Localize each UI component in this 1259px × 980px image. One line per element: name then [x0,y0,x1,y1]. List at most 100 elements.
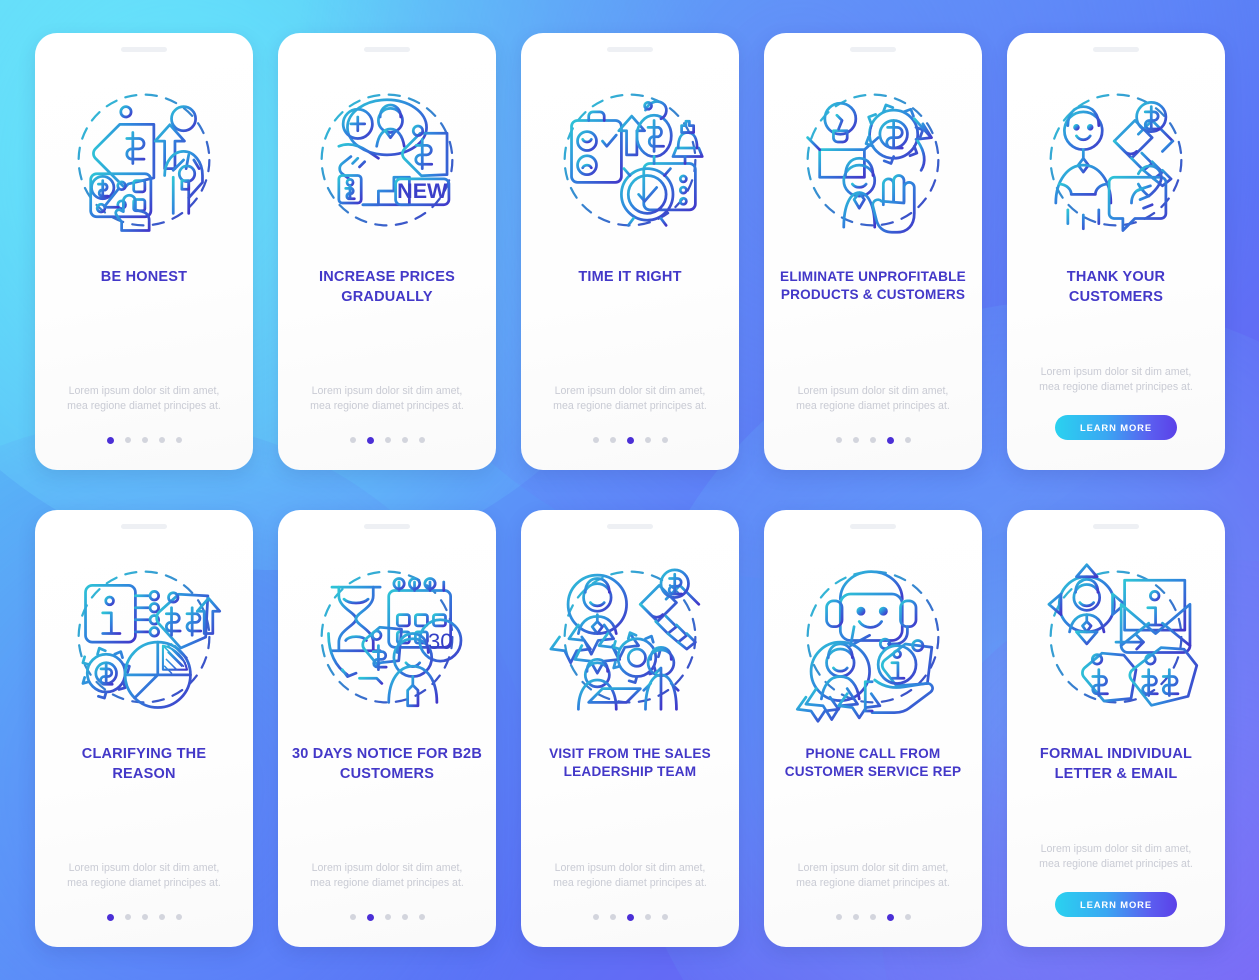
phone-speaker-notch [850,524,896,529]
pagination-dot[interactable] [124,437,131,443]
learn-more-button[interactable]: LEARN MORE [1055,892,1177,917]
pagination-dot[interactable] [592,914,599,920]
onboarding-card-thank-your-customers[interactable]: THANK YOUR CUSTOMERS Lorem ipsum dolor s… [1007,33,1225,470]
phone-speaker-notch [364,524,410,529]
phone-speaker-notch [607,47,653,52]
onboarding-card-increase-prices-gradually[interactable]: NEW INCREASE PRICES GRADUALLY Lorem ipsu… [278,33,496,470]
pagination-dot[interactable] [835,437,842,443]
onboarding-card-30-days-notice-b2b[interactable]: 30 30 DAYS NOTICE FOR B2B CUSTOMERS Lore… [278,510,496,947]
tag-new-label: NEW [397,179,448,203]
clipboard-alarm-clock-calendar-icon [544,74,716,246]
phone-speaker-notch [364,47,410,52]
headset-agent-info-tag-stars-icon [787,551,959,723]
pagination-dot[interactable] [592,437,599,443]
lightbulb-gear-dollar-stop-hand-icon [787,74,959,246]
card-body-text: Lorem ipsum dolor sit dim amet, mea regi… [553,384,707,412]
card-title: THANK YOUR CUSTOMERS [1066,269,1166,305]
onboarding-card-visit-from-sales-leadership-team[interactable]: VISIT FROM THE SALES LEADERSHIP TEAM Lor… [521,510,739,947]
screens-grid: BE HONEST Lorem ipsum dolor sit dim amet… [35,33,1225,947]
onboarding-card-clarifying-the-reason[interactable]: CLARIFYING THE REASON Lorem ipsum dolor … [35,510,253,947]
phone-speaker-notch [121,47,167,52]
card-title: TIME IT RIGHT [578,269,682,285]
pagination-dot[interactable] [175,914,182,920]
card-title: INCREASE PRICES GRADUALLY [319,269,455,305]
card-title: CLARIFYING THE REASON [81,746,207,782]
pagination-dot[interactable] [835,914,842,920]
card-body-text: Lorem ipsum dolor sit dim amet, mea regi… [67,384,221,412]
stars-handshake-gear-team-icon [544,551,716,723]
card-title: FORMAL INDIVIDUAL LETTER & EMAIL [1039,746,1193,782]
pagination-dot[interactable] [141,914,148,920]
pagination-dots[interactable] [835,913,911,921]
onboarding-card-be-honest[interactable]: BE HONEST Lorem ipsum dolor sit dim amet… [35,33,253,470]
phone-speaker-notch [850,47,896,52]
pagination-dot[interactable] [904,437,911,443]
pagination-dot[interactable] [661,437,668,443]
pagination-dots[interactable] [349,913,425,921]
pagination-dot[interactable] [626,913,634,921]
pagination-dot[interactable] [609,437,616,443]
card-title: 30 DAYS NOTICE FOR B2B CUSTOMERS [292,746,482,782]
pagination-dot[interactable] [644,437,651,443]
card-body-text: Lorem ipsum dolor sit dim amet, mea regi… [1039,842,1193,870]
pagination-dot[interactable] [401,914,408,920]
onboarding-card-formal-individual-letter-email[interactable]: FORMAL INDIVIDUAL LETTER & EMAIL Lorem i… [1007,510,1225,947]
pagination-dots[interactable] [106,436,182,444]
learn-more-button[interactable]: LEARN MORE [1055,415,1177,440]
pagination-dot[interactable] [384,437,391,443]
pagination-dot[interactable] [869,437,876,443]
card-body-text: Lorem ipsum dolor sit dim amet, mea regi… [310,384,464,412]
pagination-dot[interactable] [141,437,148,443]
phone-speaker-notch [121,524,167,529]
card-body-text: Lorem ipsum dolor sit dim amet, mea regi… [796,384,950,412]
pagination-dot[interactable] [124,914,131,920]
pagination-dots[interactable] [835,436,911,444]
pagination-dots[interactable] [106,913,182,921]
card-title: PHONE CALL FROM CUSTOMER SERVICE REP [784,746,962,780]
pagination-dots[interactable] [592,436,668,444]
pagination-dots[interactable] [349,436,425,444]
pagination-dot[interactable] [106,436,114,444]
card-body-text: Lorem ipsum dolor sit dim amet, mea regi… [67,861,221,889]
phone-speaker-notch [607,524,653,529]
pagination-dot[interactable] [418,914,425,920]
card-body-text: Lorem ipsum dolor sit dim amet, mea regi… [310,861,464,889]
pagination-dot[interactable] [852,914,859,920]
info-pie-chart-price-tag-icon [58,551,230,723]
pagination-dot[interactable] [626,436,634,444]
card-body-text: Lorem ipsum dolor sit dim amet, mea regi… [796,861,950,889]
card-body-text: Lorem ipsum dolor sit dim amet, mea regi… [1039,365,1193,393]
card-body-text: Lorem ipsum dolor sit dim amet, mea regi… [553,861,707,889]
hourglass-calendar-30-icon: 30 [301,551,473,723]
onboarding-card-time-it-right[interactable]: TIME IT RIGHT Lorem ipsum dolor sit dim … [521,33,739,470]
pagination-dot[interactable] [158,914,165,920]
pagination-dot[interactable] [904,914,911,920]
pagination-dot[interactable] [418,437,425,443]
phone-speaker-notch [1093,47,1139,52]
onboarding-card-phone-call-from-customer-service-rep[interactable]: PHONE CALL FROM CUSTOMER SERVICE REP Lor… [764,510,982,947]
pagination-dot[interactable] [886,436,894,444]
pagination-dot[interactable] [366,913,374,921]
phone-speaker-notch [1093,524,1139,529]
pagination-dot[interactable] [644,914,651,920]
pagination-dot[interactable] [158,437,165,443]
pagination-dots[interactable] [592,913,668,921]
card-title: VISIT FROM THE SALES LEADERSHIP TEAM [549,746,711,780]
handshake-heart-customer-icon [1030,74,1202,246]
pagination-dot[interactable] [609,914,616,920]
pagination-dot[interactable] [349,437,356,443]
pagination-dot[interactable] [175,437,182,443]
card-title: ELIMINATE UNPROFITABLE PRODUCTS & CUSTOM… [780,269,966,303]
onboarding-screens-board: BE HONEST Lorem ipsum dolor sit dim amet… [0,0,1259,980]
new-price-tag-stairs-customer-icon: NEW [301,74,473,246]
pagination-dot[interactable] [349,914,356,920]
pagination-dot[interactable] [661,914,668,920]
pagination-dot[interactable] [886,913,894,921]
pagination-dot[interactable] [401,437,408,443]
pagination-dot[interactable] [366,436,374,444]
pagination-dot[interactable] [852,437,859,443]
onboarding-card-eliminate-unprofitable-products-customers[interactable]: ELIMINATE UNPROFITABLE PRODUCTS & CUSTOM… [764,33,982,470]
pagination-dot[interactable] [384,914,391,920]
pagination-dot[interactable] [106,913,114,921]
pagination-dot[interactable] [869,914,876,920]
